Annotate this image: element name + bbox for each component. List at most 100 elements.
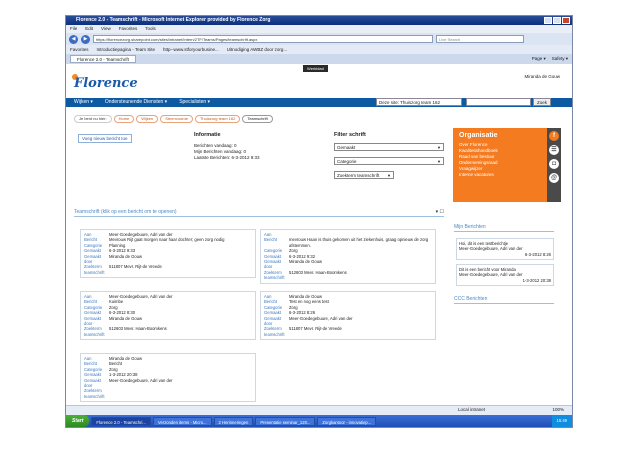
- organisatie-panel: Organisatie Over Florence Kwaliteitshand…: [453, 128, 561, 202]
- chat-icon[interactable]: ☰: [549, 145, 559, 155]
- organisatie-list: Over Florence Kwaliteitshandboek Raad va…: [453, 142, 561, 178]
- breadcrumb-label: Je bent nu hier:: [74, 115, 112, 123]
- organisatie-title: Organisatie: [459, 132, 498, 139]
- close-button[interactable]: [562, 17, 570, 24]
- select-value: Gemaakt: [337, 145, 356, 150]
- info-panel: Informatie Berichten vandaag: 0 Mijn Ber…: [194, 132, 260, 161]
- breadcrumb-team[interactable]: Thuiszorg team 162: [194, 115, 241, 123]
- message-card[interactable]: Aan Miranda de Gouw Bericht Test en nog ee…: [260, 291, 436, 341]
- user-name[interactable]: Miranda de Gouw: [524, 74, 560, 79]
- menu-tools[interactable]: Tools: [145, 25, 156, 33]
- menu-file[interactable]: File: [70, 25, 77, 33]
- taskbar-item[interactable]: Zorgkantoor - innovatiep...: [317, 416, 377, 426]
- favorite-link-2[interactable]: http--www.stforyourbusine...: [163, 47, 219, 52]
- filter-zoekterm-select[interactable]: Zoekterm teamschrift ▼: [334, 171, 394, 179]
- forward-icon[interactable]: ▶: [81, 34, 90, 44]
- window-title: Florence 2.0 - Teamschrift - Microsoft I…: [76, 17, 271, 23]
- start-button[interactable]: Start: [66, 415, 90, 427]
- email-icon[interactable]: @: [549, 173, 559, 183]
- window-title-bar: Florence 2.0 - Teamschrift - Microsoft I…: [66, 16, 572, 25]
- menu-view[interactable]: View: [101, 25, 111, 33]
- field-label: Bericht: [264, 237, 278, 243]
- field-label: Zoekterm teamschrift: [84, 326, 105, 337]
- breadcrumb-steenvoorde[interactable]: Steenvoorde: [160, 115, 193, 123]
- site-scope-select[interactable]: Deze site: Thuiszorg team 162: [376, 98, 462, 106]
- field-label: Gemaakt door: [264, 259, 281, 270]
- zoom-level[interactable]: 100%: [552, 407, 564, 412]
- field-zoekterm: 511807 Mevr. Rijt-de Vreede: [289, 326, 342, 332]
- field-zoekterm: [109, 388, 173, 399]
- post-date: 6-3-2012 8:26: [524, 251, 551, 257]
- address-input[interactable]: https://florencezorg.sharepoint.com/site…: [93, 35, 433, 43]
- chevron-down-icon: ▼: [437, 159, 441, 164]
- clock: 15:49: [551, 415, 572, 427]
- favorite-link-1[interactable]: Introductiepagina - Team Site: [97, 47, 155, 52]
- maximize-button[interactable]: [553, 17, 561, 24]
- favorite-link-3[interactable]: Uitnodiging AWBZ door zorg...: [227, 47, 287, 52]
- field-zoekterm: 511807 Mevr. Rijt-de Vreede: [109, 264, 162, 270]
- teamschrift-controls[interactable]: ▾ ☐: [436, 209, 444, 215]
- minimize-button[interactable]: [544, 17, 552, 24]
- nav-wijken[interactable]: Wijken ▾: [74, 98, 93, 107]
- mijn-bericht-item[interactable]: Hoi, dit is een testberichtje Meer-Goede…: [456, 238, 554, 261]
- command-bar: Page ▾ Safety ▾: [532, 55, 568, 63]
- field-label: Gemaakt door: [84, 377, 101, 389]
- message-card[interactable]: Aan Meer-Goedegebuure, Adri van der Beric…: [80, 291, 256, 341]
- message-card[interactable]: Aan Meer-Goedegebuure, Adri van der Beric…: [80, 229, 256, 279]
- menu-favorites[interactable]: Favorites: [119, 25, 138, 33]
- field-door: Miranda de Gouw: [109, 315, 143, 321]
- site-search-input[interactable]: [466, 98, 531, 106]
- taskbar-item[interactable]: Florence 2.0 - Teamschri...: [91, 416, 151, 426]
- message-card[interactable]: Aan Miranda de Gouw Bericht Bericht Catego…: [80, 353, 256, 403]
- back-icon[interactable]: ◀: [69, 34, 78, 44]
- tab-teamschrift[interactable]: Florence 2.0 - Teamschrift: [70, 55, 136, 63]
- info-line: Laatste Berichten: 6-3-2012 9:33: [194, 155, 260, 160]
- select-value: Zoekterm teamschrift: [337, 173, 380, 178]
- filter-categorie-select[interactable]: Categorie ▼: [334, 157, 444, 165]
- field-bericht: mevrouw Haan is thuis gekomen uit het zi…: [289, 237, 429, 248]
- message-card[interactable]: Aan Bericht mevrouw Haan is thuis gekomen…: [260, 229, 436, 284]
- menu-edit[interactable]: Edit: [85, 25, 93, 33]
- teamschrift-title[interactable]: Teamschrift (klik op een bericht om te o…: [74, 209, 177, 215]
- field-zoekterm: 512603 Mevr. Haan-Boomkens: [109, 326, 167, 332]
- camera-icon[interactable]: ◘: [549, 159, 559, 169]
- mijn-bericht-item[interactable]: Dit is een bericht voor Miranda Meer-Goe…: [456, 264, 554, 287]
- field-label: Gemaakt door: [84, 253, 101, 265]
- page-menu[interactable]: Page ▾: [532, 55, 546, 63]
- security-zone: Local intranet: [458, 407, 486, 412]
- ccc-berichten-header[interactable]: CCC Berichten: [454, 296, 554, 304]
- breadcrumb-wijken[interactable]: Wijken: [136, 115, 159, 123]
- safety-menu[interactable]: Safety ▾: [552, 55, 568, 63]
- favorites-button[interactable]: Favorites: [70, 47, 89, 52]
- field-label: Gemaakt door: [264, 315, 281, 327]
- site-logo[interactable]: Florence: [74, 76, 138, 91]
- mijn-berichten-header[interactable]: Mijn Berichten: [454, 224, 554, 232]
- social-icons: f ☰ ◘ @: [547, 128, 561, 202]
- search-input[interactable]: Live Search: [436, 35, 524, 43]
- filter-gemaakt-select[interactable]: Gemaakt ▼: [334, 143, 444, 151]
- tab-bar: Florence 2.0 - Teamschrift Page ▾ Safety…: [66, 54, 572, 64]
- menu-bar: File Edit View Favorites Tools: [66, 25, 572, 33]
- facebook-icon[interactable]: f: [549, 131, 559, 141]
- filter-panel: Filter schrift Gemaakt ▼ Categorie ▼ Zoekt…: [334, 132, 444, 185]
- teamschrift-header: Teamschrift (klik op een bericht om te o…: [74, 209, 444, 217]
- breadcrumb-current: Teamschrift: [242, 115, 273, 123]
- field-label: Zoekterm teamschrift: [264, 269, 285, 281]
- search-button[interactable]: Zoek: [533, 98, 551, 106]
- taskbar-item[interactable]: Verzonden items - Micro...: [152, 416, 212, 426]
- nav-ondersteunende-diensten[interactable]: Ondersteunende Diensten ▾: [105, 98, 167, 107]
- taskbar-item[interactable]: 2 Herinneringen: [213, 416, 254, 426]
- new-message-button[interactable]: Voeg nieuw bericht toe: [78, 134, 132, 143]
- chevron-down-icon: ▼: [437, 145, 441, 150]
- favorites-bar: Favorites Introductiepagina - Team Site …: [66, 45, 572, 54]
- breadcrumb-home[interactable]: Home: [113, 115, 135, 123]
- site-header: Florence Miranda de Gouw: [66, 72, 572, 96]
- org-link[interactable]: Interne vacatures: [459, 172, 561, 178]
- nav-specialisten[interactable]: Specialisten ▾: [179, 98, 210, 107]
- taskbar-item[interactable]: Presentatie seminar_120...: [255, 416, 316, 426]
- field-label: Zoekterm teamschrift: [264, 326, 285, 337]
- info-title: Informatie: [194, 132, 221, 138]
- field-label: Zoekterm teamschrift: [84, 264, 105, 275]
- field-door: Meer-Goedegebuure, Adri van der: [109, 377, 173, 383]
- werkblad-tab[interactable]: Werkblad: [303, 65, 328, 72]
